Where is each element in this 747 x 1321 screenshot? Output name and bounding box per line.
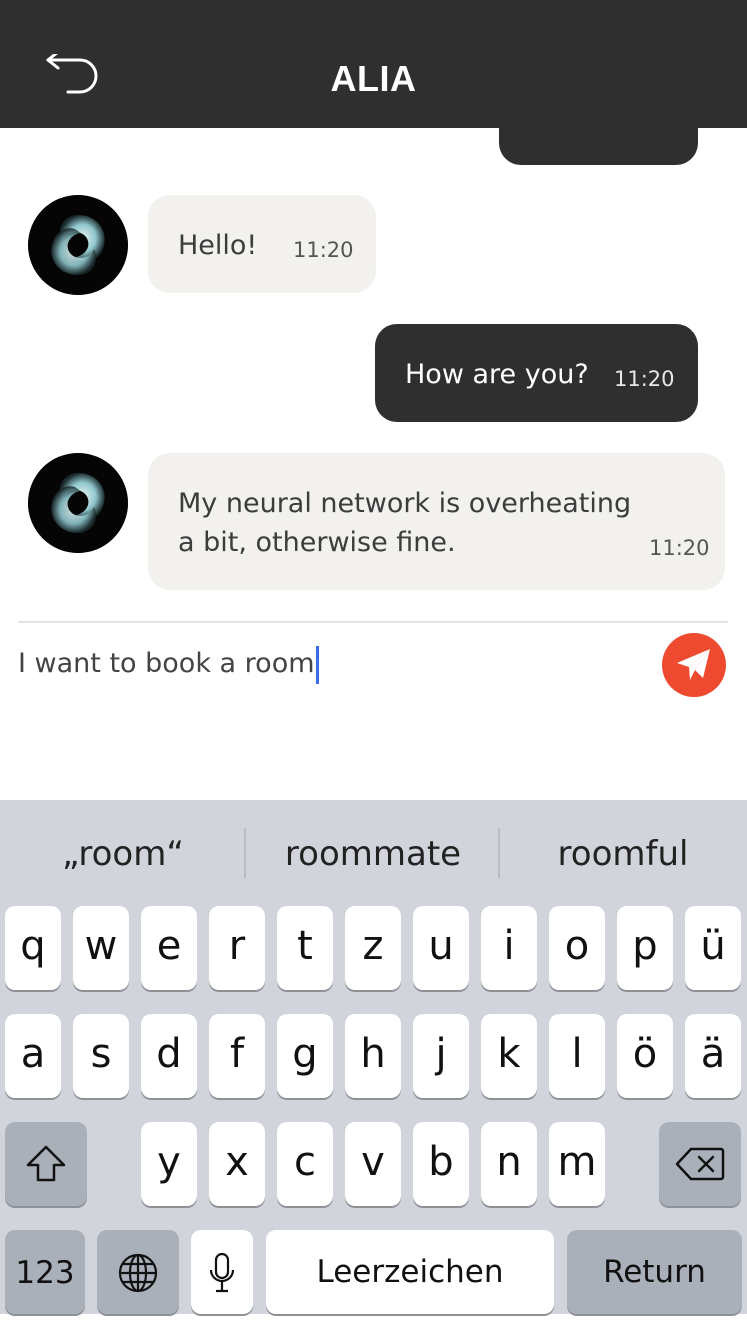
send-button[interactable]	[662, 633, 726, 697]
key-s[interactable]: s	[73, 1014, 129, 1098]
shift-arrow-icon	[26, 1145, 66, 1182]
message-input[interactable]: I want to book a room	[18, 640, 638, 688]
key-a-umlaut[interactable]: ä	[685, 1014, 741, 1098]
app-header: ALIA	[0, 0, 747, 128]
space-key[interactable]: Leerzeichen	[266, 1230, 554, 1314]
key-v[interactable]: v	[345, 1122, 401, 1206]
paper-plane-icon	[677, 649, 710, 680]
key-o-umlaut[interactable]: ö	[617, 1014, 673, 1098]
page-title: ALIA	[330, 58, 417, 99]
message-time: 11:20	[649, 536, 710, 560]
swirl-icon	[28, 195, 128, 295]
suggestion-divider	[244, 828, 246, 878]
key-u[interactable]: u	[413, 906, 469, 990]
message-time: 11:20	[614, 367, 675, 391]
key-k[interactable]: k	[481, 1014, 537, 1098]
key-i[interactable]: i	[481, 906, 537, 990]
numbers-key[interactable]: 123	[5, 1230, 85, 1314]
key-f[interactable]: f	[209, 1014, 265, 1098]
key-m[interactable]: m	[549, 1122, 605, 1206]
suggestion-2[interactable]: roommate	[250, 800, 496, 908]
message-text: Hello!	[178, 230, 258, 261]
message-time: 11:20	[293, 238, 354, 262]
key-l[interactable]: l	[549, 1014, 605, 1098]
key-z[interactable]: z	[345, 906, 401, 990]
input-divider	[18, 621, 728, 623]
message-input-value: I want to book a room	[18, 648, 315, 679]
message-bubble-outgoing: How are you? 11:20	[375, 324, 698, 422]
suggestion-3[interactable]: roomful	[500, 800, 746, 908]
backspace-icon	[675, 1147, 725, 1181]
microphone-key[interactable]	[191, 1230, 253, 1314]
globe-key[interactable]	[97, 1230, 179, 1314]
bot-avatar	[28, 453, 128, 553]
key-b[interactable]: b	[413, 1122, 469, 1206]
key-j[interactable]: j	[413, 1014, 469, 1098]
key-d[interactable]: d	[141, 1014, 197, 1098]
shift-key[interactable]	[5, 1122, 87, 1206]
key-o[interactable]: o	[549, 906, 605, 990]
key-x[interactable]: x	[209, 1122, 265, 1206]
key-g[interactable]: g	[277, 1014, 333, 1098]
text-caret	[315, 645, 319, 684]
key-e[interactable]: e	[141, 906, 197, 990]
message-text-line-2: a bit, otherwise fine.	[178, 527, 456, 558]
key-h[interactable]: h	[345, 1014, 401, 1098]
key-w[interactable]: w	[73, 906, 129, 990]
return-key[interactable]: Return	[567, 1230, 742, 1314]
key-r[interactable]: r	[209, 906, 265, 990]
message-bubble-incoming: My neural network is overheating a bit, …	[148, 453, 725, 590]
bot-avatar	[28, 195, 128, 295]
key-y[interactable]: y	[141, 1122, 197, 1206]
globe-icon	[118, 1253, 158, 1293]
swirl-icon	[28, 453, 128, 553]
key-t[interactable]: t	[277, 906, 333, 990]
key-p[interactable]: p	[617, 906, 673, 990]
on-screen-keyboard: „room“ roommate roomful q w e r t z u i …	[0, 800, 747, 1314]
key-q[interactable]: q	[5, 906, 61, 990]
message-bubble-incoming: Hello! 11:20	[148, 195, 376, 293]
key-u-umlaut[interactable]: ü	[685, 906, 741, 990]
message-text-line-1: My neural network is overheating	[178, 488, 632, 519]
microphone-icon	[209, 1252, 235, 1293]
key-a[interactable]: a	[5, 1014, 61, 1098]
key-c[interactable]: c	[277, 1122, 333, 1206]
suggestion-1[interactable]: „room“	[0, 800, 246, 908]
backspace-key[interactable]	[659, 1122, 741, 1206]
message-text: How are you?	[405, 359, 589, 390]
key-n[interactable]: n	[481, 1122, 537, 1206]
